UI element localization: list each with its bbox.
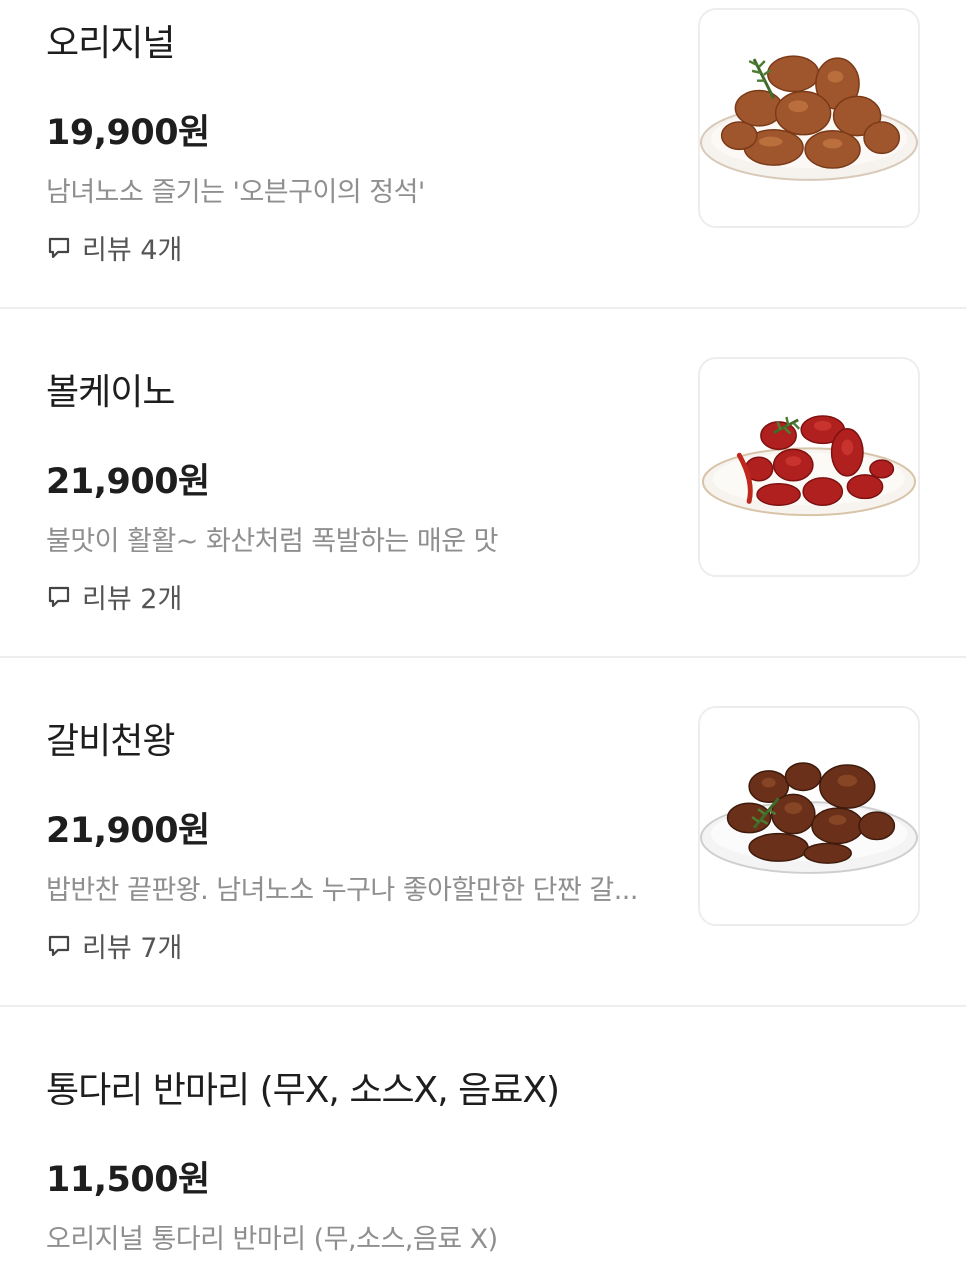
menu-item-name: 갈비천왕 bbox=[46, 721, 175, 762]
menu-item-description: 불맛이 활활~ 화산처럼 폭발하는 매운 맛 bbox=[46, 526, 498, 557]
roasted-chicken-plate-image[interactable] bbox=[698, 8, 920, 228]
review-count: 리뷰 4개 bbox=[82, 235, 183, 266]
review-link[interactable]: 리뷰 4개 bbox=[46, 228, 182, 267]
review-count: 리뷰 7개 bbox=[82, 933, 183, 964]
menu-item-galbi[interactable]: 갈비천왕 21,900원 밥반찬 끝판왕. 남녀노소 누구나 좋아할만한 단짠 … bbox=[0, 658, 966, 1007]
menu-item-name: 볼케이노 bbox=[46, 372, 175, 413]
spicy-red-chicken-plate-image[interactable] bbox=[698, 357, 920, 577]
review-link[interactable]: 리뷰 7개 bbox=[46, 926, 182, 965]
menu-item-price: 11,500원 bbox=[46, 1160, 210, 1200]
menu-item-name: 오리지널 bbox=[46, 23, 175, 64]
menu-item-description: 오리지널 통다리 반마리 (무,소스,음료 X) bbox=[46, 1224, 498, 1255]
menu-item-original[interactable]: 오리지널 19,900원 남녀노소 즐기는 '오븐구이의 정석' 리뷰 4개 bbox=[0, 0, 966, 309]
menu-list: 오리지널 19,900원 남녀노소 즐기는 '오븐구이의 정석' 리뷰 4개 볼… bbox=[0, 0, 966, 1277]
speech-bubble-icon bbox=[46, 584, 72, 610]
review-link[interactable]: 리뷰 2개 bbox=[46, 577, 182, 616]
menu-item-price: 21,900원 bbox=[46, 462, 210, 502]
menu-item-drumstick-half[interactable]: 통다리 반마리 (무X, 소스X, 음료X) 11,500원 오리지널 통다리 … bbox=[0, 1007, 966, 1277]
speech-bubble-icon bbox=[46, 933, 72, 959]
menu-item-price: 19,900원 bbox=[46, 113, 210, 153]
menu-item-description: 밥반찬 끝판왕. 남녀노소 누구나 좋아할만한 단짠 갈... bbox=[46, 875, 638, 906]
menu-item-name: 통다리 반마리 (무X, 소스X, 음료X) bbox=[46, 1070, 560, 1111]
menu-item-description: 남녀노소 즐기는 '오븐구이의 정석' bbox=[46, 177, 425, 208]
menu-item-price: 21,900원 bbox=[46, 811, 210, 851]
review-count: 리뷰 2개 bbox=[82, 584, 183, 615]
menu-item-volcano[interactable]: 볼케이노 21,900원 불맛이 활활~ 화산처럼 폭발하는 매운 맛 리뷰 2… bbox=[0, 309, 966, 658]
speech-bubble-icon bbox=[46, 235, 72, 261]
galbi-glazed-chicken-plate-image[interactable] bbox=[698, 706, 920, 926]
